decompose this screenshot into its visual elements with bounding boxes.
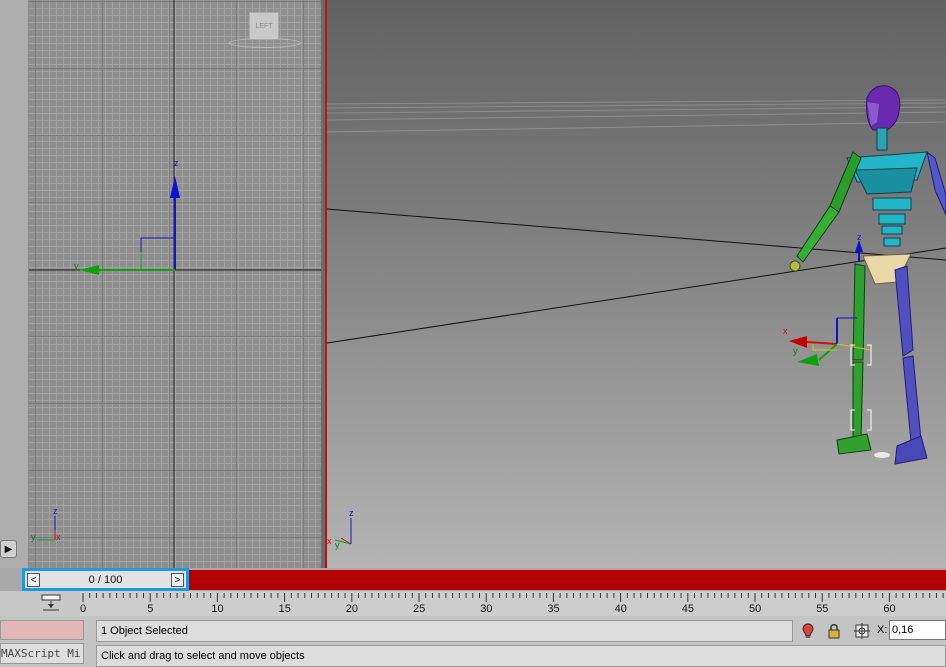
ruler-tick-label: 15 [278, 603, 291, 615]
open-mini-curve-editor-button[interactable] [38, 591, 64, 615]
x-coordinate-label: X: [877, 624, 888, 636]
prompt-line: Click and drag to select and move object… [96, 645, 946, 667]
ruler-tick-label: 0 [80, 603, 87, 615]
left-panel-strip [0, 0, 29, 568]
time-slider-prev-button[interactable]: < [27, 573, 40, 587]
ruler-tick-label: 55 [816, 603, 829, 615]
gizmo-z-label: z [857, 232, 862, 242]
selection-status: 1 Object Selected [96, 620, 793, 642]
lock-icon [828, 624, 840, 639]
curve-editor-icon [41, 594, 61, 611]
x-coordinate-field[interactable]: 0,16 [889, 620, 946, 640]
gizmo-y-label: y [793, 346, 798, 356]
perspective-viewport[interactable]: z x y z x y [325, 0, 946, 568]
ruler-tick-label: 60 [883, 603, 896, 615]
expand-panel-button[interactable]: ▶ [0, 540, 17, 558]
ruler-tick-label: 25 [413, 603, 426, 615]
gizmo-y-label: y [74, 261, 79, 271]
left-viewport-scene [29, 0, 321, 568]
ground-grid [327, 99, 946, 133]
tripod-x-label: x [56, 532, 61, 542]
left-viewport[interactable]: z y z y x LEFT [29, 0, 321, 568]
maxscript-label: MAXScript Mi [1, 647, 81, 660]
tripod-y-label: y [31, 532, 36, 542]
lightbulb-icon [802, 623, 814, 638]
ruler-tick-label: 35 [547, 603, 560, 615]
play-triangle-icon: ▶ [4, 543, 13, 555]
isolate-selection-button[interactable] [800, 622, 816, 640]
gizmo-x-label: x [783, 326, 788, 336]
viewcube-label: LEFT [255, 22, 273, 30]
axis-tripod-icon [37, 516, 56, 541]
time-slider[interactable]: < 0 / 100 > [22, 568, 189, 591]
time-slider-next-button[interactable]: > [171, 573, 184, 587]
ruler-tick-label: 20 [345, 603, 359, 615]
tripod-x-label: x [327, 536, 332, 546]
biped-skeleton[interactable] [789, 85, 946, 465]
ruler-tick-label: 10 [211, 603, 224, 615]
perspective-scene [327, 85, 946, 545]
ruler-tick-label: 45 [681, 603, 695, 615]
maxscript-mini-listener[interactable]: MAXScript Mi [0, 643, 84, 664]
time-slider-track[interactable] [188, 570, 946, 590]
time-slider-frame-readout: 0 / 100 [88, 574, 123, 586]
ruler-tick-label: 50 [749, 603, 762, 615]
ruler-tick-label: 40 [614, 603, 627, 615]
ruler-tick-label: 30 [480, 603, 493, 615]
ruler-tick-label: 5 [147, 603, 154, 615]
tripod-z-label: z [349, 508, 354, 518]
selection-lock-button[interactable] [826, 622, 842, 640]
maxscript-listener-output[interactable] [0, 620, 84, 640]
tripod-y-label: y [335, 540, 340, 550]
gizmo-z-label: z [174, 158, 179, 168]
transform-gizmo[interactable] [79, 176, 180, 275]
transform-mode-icon [854, 623, 870, 639]
absolute-mode-transform-button[interactable] [854, 622, 870, 640]
tripod-z-label: z [53, 506, 58, 516]
viewcube[interactable]: LEFT [249, 12, 279, 40]
